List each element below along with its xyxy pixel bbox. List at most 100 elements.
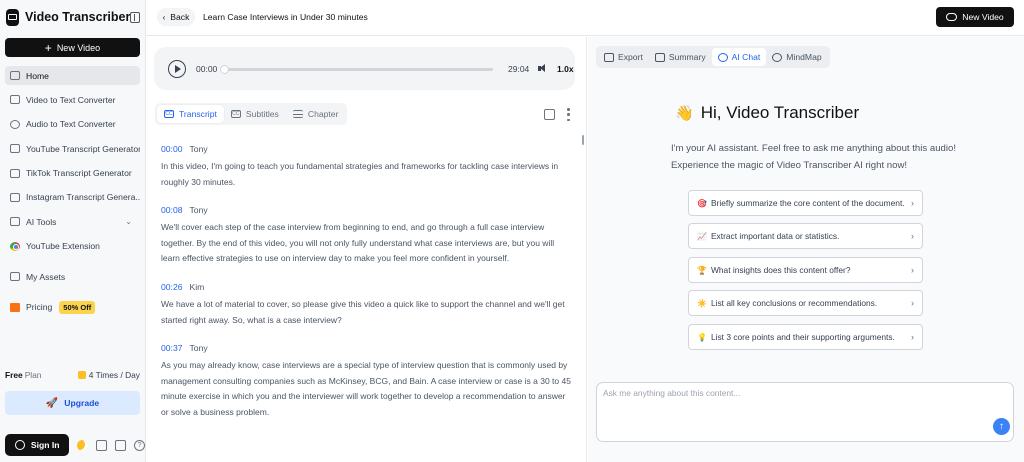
volume-icon[interactable] [538,64,548,73]
upgrade-label: Upgrade [64,398,100,408]
audio-player: 00:00 29:04 1.0x [154,47,575,90]
sidebar-item-label: Video to Text Converter [26,94,116,105]
chevron-right-icon: › [911,198,914,208]
sidebar-item-video-to-text[interactable]: Video to Text Converter [5,90,140,109]
app-name: Video Transcriber [24,10,131,24]
sidebar-item-pricing[interactable]: Pricing 50% Off [5,298,140,317]
segment-speaker: Tony [189,144,208,154]
back-button[interactable]: ‹ Back [157,8,195,26]
segment-header: 00:37 Tony [161,342,571,354]
tab-subtitles[interactable]: CC Subtitles [224,105,286,123]
segment-timestamp[interactable]: 00:00 [161,144,183,154]
segment-text: As you may already know, case interviews… [161,360,571,417]
sidebar-item-tiktok-transcript[interactable]: TikTok Transcript Generator [5,164,140,183]
waving-hand-icon: 👋 [675,105,694,122]
sidebar-item-home[interactable]: Home [5,66,140,85]
sidebar-item-ai-tools[interactable]: AI Tools ⌄ [5,212,140,231]
tab-label: MindMap [786,52,822,62]
more-options-icon[interactable] [567,108,570,121]
suggestion-item[interactable]: 📈 Extract important data or statistics. … [688,223,923,249]
tab-chapter[interactable]: Chapter [286,105,346,123]
plan-usage-text: 4 Times / Day [88,370,140,380]
assets-icon [10,272,20,282]
help-icon[interactable]: ? [134,439,145,451]
lightbulb-icon: 💡 [697,332,707,342]
progress-handle[interactable] [220,65,229,74]
summary-icon [654,52,665,62]
suggestion-item[interactable]: 💡 List 3 core points and their supportin… [688,324,923,350]
new-video-button[interactable]: + New Video [5,38,140,57]
tab-mindmap[interactable]: MindMap [766,48,827,66]
segment-timestamp[interactable]: 00:08 [161,205,183,215]
tab-label: Subtitles [245,109,279,119]
new-video-top-button[interactable]: New Video [936,7,1014,27]
youtube-icon [10,144,20,154]
scrollbar[interactable] [582,135,584,145]
app-logo-icon [6,8,19,26]
audio-icon [10,119,20,129]
chat-input-box: ↑ [596,382,1014,442]
tab-summary[interactable]: Summary [649,48,712,66]
target-icon: 🎯 [697,198,707,208]
sidebar-item-audio-to-text[interactable]: Audio to Text Converter [5,115,140,134]
chat-greeting: 👋 Hi, Video Transcriber [675,103,859,123]
tab-export[interactable]: Export [598,48,649,66]
sidebar-item-youtube-extension[interactable]: YouTube Extension [5,237,140,256]
segment-timestamp[interactable]: 00:37 [161,343,183,353]
sidebar-item-label: Instagram Transcript Genera... [26,192,140,203]
list-icon [292,110,303,118]
translate-icon[interactable] [96,439,108,451]
play-icon[interactable] [168,60,186,78]
sidebar-item-my-assets[interactable]: My Assets [5,267,140,286]
greeting-text: Hi, Video Transcriber [700,103,860,122]
sidebar-item-instagram-transcript[interactable]: Instagram Transcript Genera... [5,188,140,207]
suggestion-item[interactable]: ☀️ List all key conclusions or recommend… [688,290,923,316]
logo-row: Video Transcriber [6,6,140,28]
chevron-right-icon: › [911,231,914,241]
progress-track[interactable] [220,65,493,74]
total-time: 29:04 [508,64,530,74]
send-button[interactable]: ↑ [993,418,1010,435]
new-video-label: New Video [56,42,101,53]
upgrade-button[interactable]: 🚀 Upgrade [5,391,140,415]
suggestion-text: Extract important data or statistics. [710,231,840,241]
sign-in-button[interactable]: Sign In [5,434,70,456]
mindmap-icon [772,52,783,62]
sidebar-item-label: Pricing [26,302,53,313]
suggestion-text: List all key conclusions or recommendati… [710,298,878,308]
chevron-down-icon: ⌄ [125,217,132,227]
sidebar-item-youtube-transcript[interactable]: YouTube Transcript Generator [5,139,140,158]
document-icon[interactable] [115,439,127,451]
transcript-list: 00:00 Tony In this video, I'm going to t… [161,143,571,421]
translate-icon[interactable] [544,109,555,120]
tab-label: Chapter [307,109,339,119]
transcript-segment: 00:08 Tony We'll cover each step of the … [161,204,571,267]
segment-speaker: Tony [189,205,208,216]
segment-timestamp[interactable]: 00:26 [161,282,183,292]
playback-speed[interactable]: 1.0x [557,64,574,74]
theme-toggle-icon[interactable] [77,439,89,451]
plan-label: Plan [24,370,42,380]
chevron-right-icon: › [911,332,914,342]
tab-label: Summary [668,52,706,62]
tab-label: Transcript [179,109,217,119]
suggestion-item[interactable]: 🏆 What insights does this content offer?… [688,257,923,283]
suggestion-item[interactable]: 🎯 Briefly summarize the core content of … [688,190,923,216]
sidebar-item-label: My Assets [26,271,66,282]
collapse-sidebar-icon[interactable] [130,11,140,23]
tab-transcript[interactable]: CC Transcript [157,105,224,123]
chat-input[interactable] [603,388,983,408]
instagram-icon [10,192,20,202]
right-tabs: Export Summary AI Chat MindMap [596,46,830,68]
suggestion-text: List 3 core points and their supporting … [710,332,895,342]
transcript-segment: 00:00 Tony In this video, I'm going to t… [161,143,571,190]
segment-speaker: Kim [189,281,205,292]
transcript-tabs: CC Transcript CC Subtitles Chapter [155,103,348,125]
chevron-right-icon: › [911,298,914,308]
segment-text: We'll cover each step of the case interv… [161,222,555,264]
segment-header: 00:26 Kim [161,281,571,293]
tab-ai-chat[interactable]: AI Chat [711,48,767,66]
segment-text: We have a lot of material to cover, so p… [161,298,565,325]
plan-row: Free Plan 4 Times / Day [5,370,140,380]
transcript-segment: 00:37 Tony As you may already know, case… [161,342,571,420]
